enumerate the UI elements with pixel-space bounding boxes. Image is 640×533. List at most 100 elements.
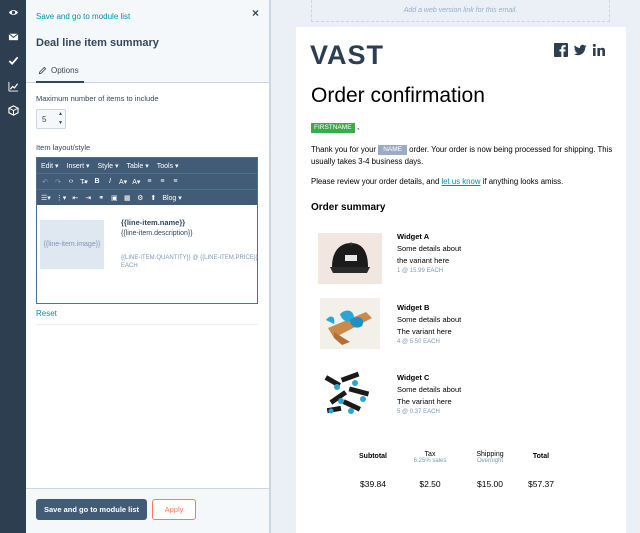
widget-b-name: Widget B bbox=[397, 303, 430, 312]
clear-format-icon[interactable]: T̶▾ bbox=[80, 178, 88, 186]
image-icon[interactable]: ▣ bbox=[110, 194, 118, 202]
upload-icon[interactable]: ⬆ bbox=[149, 194, 157, 202]
numbered-list-icon[interactable]: ⋮▾ bbox=[56, 194, 67, 202]
vast-logo: VAST bbox=[310, 42, 384, 67]
bullet-list-icon[interactable]: ☰▾ bbox=[41, 194, 51, 202]
web-version-placeholder[interactable]: Add a web version link for this email. bbox=[311, 0, 610, 22]
twitter-icon[interactable] bbox=[573, 43, 587, 57]
let-us-know-link[interactable]: let us know bbox=[441, 177, 480, 186]
shipping-value: $15.00 bbox=[477, 479, 503, 489]
stepper-up-icon[interactable]: ▲ bbox=[56, 110, 65, 119]
pencil-icon bbox=[38, 66, 47, 75]
menu-edit[interactable]: Edit ▾ bbox=[41, 162, 59, 170]
bold-icon[interactable]: B bbox=[93, 178, 101, 185]
tab-options-label: Options bbox=[51, 66, 79, 75]
review-paragraph: Please review your order details, and le… bbox=[311, 177, 564, 186]
panel-title: Deal line item summary bbox=[36, 37, 159, 49]
stepper-down-icon[interactable]: ▼ bbox=[56, 119, 65, 128]
widget-a-quantity: 1 @ 15.99 EACH bbox=[397, 268, 444, 274]
editor-content[interactable]: {{line-item.image}} {{line-item.name}} {… bbox=[37, 206, 258, 303]
logo-text: VAST bbox=[310, 42, 384, 67]
source-code-icon[interactable]: ‹› bbox=[67, 178, 75, 185]
email-preview: VAST Order confirmation FIRSTNAME , Than… bbox=[296, 27, 626, 533]
widget-b-details: Some details about bbox=[397, 315, 462, 324]
editor-menubar: Edit ▾ Insert ▾ Style ▾ Table ▾ Tools ▾ bbox=[37, 158, 257, 173]
check-icon[interactable] bbox=[0, 50, 26, 70]
align-right-icon[interactable]: ≡ bbox=[171, 178, 179, 185]
tab-options[interactable]: Options bbox=[36, 60, 84, 83]
undo-icon[interactable]: ↶ bbox=[41, 178, 49, 186]
eye-icon[interactable] bbox=[0, 2, 26, 22]
linkedin-icon[interactable] bbox=[592, 43, 606, 57]
order-summary-heading: Order summary bbox=[311, 202, 386, 213]
image-placeholder: {{line-item.image}} bbox=[40, 220, 104, 269]
menu-insert[interactable]: Insert ▾ bbox=[67, 162, 90, 170]
menu-style[interactable]: Style ▾ bbox=[98, 162, 119, 170]
divider bbox=[36, 324, 258, 325]
rich-text-editor: Edit ▾ Insert ▾ Style ▾ Table ▾ Tools ▾ … bbox=[36, 157, 258, 304]
total-header: Total bbox=[532, 453, 550, 460]
module-settings-panel: Save and go to module list × Deal line i… bbox=[26, 0, 269, 533]
italic-icon[interactable]: I bbox=[106, 178, 114, 185]
indent-icon[interactable]: ⇥ bbox=[84, 194, 92, 202]
max-items-input[interactable] bbox=[37, 110, 57, 128]
widget-b-variant: The variant here bbox=[397, 327, 452, 336]
widget-a-name: Widget A bbox=[397, 232, 430, 241]
widget-b-quantity: 4 @ 5.50 EACH bbox=[397, 339, 440, 345]
max-items-label: Maximum number of items to include bbox=[36, 94, 159, 103]
chart-icon[interactable] bbox=[0, 76, 26, 96]
line-item-name-token: {{line-item.name}} bbox=[121, 218, 186, 227]
subtotal-value: $39.84 bbox=[360, 479, 386, 489]
name-token[interactable]: NAME bbox=[378, 145, 407, 155]
widget-a-details: Some details about bbox=[397, 244, 462, 253]
save-and-go-button[interactable]: Save and go to module list bbox=[36, 499, 147, 520]
align-left-icon[interactable]: ≡ bbox=[145, 178, 153, 185]
widget-c-name: Widget C bbox=[397, 373, 430, 382]
reset-link[interactable]: Reset bbox=[36, 309, 57, 318]
mail-icon[interactable] bbox=[0, 26, 26, 46]
facebook-icon[interactable] bbox=[554, 43, 568, 57]
personalize-icon[interactable]: ⚙ bbox=[136, 194, 144, 202]
item-layout-label: Item layout/style bbox=[36, 143, 91, 152]
widget-c-variant: The variant here bbox=[397, 397, 452, 406]
editor-toolbar-row-2: ☰▾ ⋮▾ ⇤ ⇥ ⚭ ▣ ▦ ⚙ ⬆ Blog ▾ bbox=[37, 189, 257, 205]
box-icon[interactable] bbox=[0, 100, 26, 120]
widget-c-image bbox=[319, 369, 377, 420]
email-heading: Order confirmation bbox=[311, 84, 485, 107]
table-icon[interactable]: ▦ bbox=[123, 194, 131, 202]
max-items-stepper[interactable]: ▲ ▼ bbox=[36, 109, 66, 129]
widget-c-quantity: 5 @ 0.37 EACH bbox=[397, 409, 440, 415]
font-color-icon[interactable]: A▾ bbox=[119, 178, 127, 186]
widget-a-variant: the variant here bbox=[397, 256, 450, 265]
apply-button[interactable]: Apply bbox=[152, 499, 196, 520]
menu-table[interactable]: Table ▾ bbox=[127, 162, 149, 170]
outdent-icon[interactable]: ⇤ bbox=[71, 194, 79, 202]
firstname-token[interactable]: FIRSTNAME bbox=[311, 123, 355, 133]
link-icon[interactable]: ⚭ bbox=[97, 194, 105, 202]
panel-resize-handle[interactable] bbox=[269, 0, 271, 533]
highlight-color-icon[interactable]: A▾ bbox=[132, 178, 140, 186]
panel-header: Save and go to module list × Deal line i… bbox=[26, 0, 269, 83]
back-to-module-list-link[interactable]: Save and go to module list bbox=[36, 12, 130, 21]
tax-value: $2.50 bbox=[419, 479, 441, 489]
panel-footer: Save and go to module list Apply bbox=[26, 488, 269, 533]
subtotal-header: Subtotal bbox=[359, 453, 387, 460]
total-value: $57.37 bbox=[528, 479, 554, 489]
close-icon[interactable]: × bbox=[252, 7, 259, 19]
greeting-comma: , bbox=[357, 122, 360, 131]
blog-dropdown[interactable]: Blog ▾ bbox=[162, 194, 181, 202]
thank-you-paragraph: Thank you for your NAME order. Your orde… bbox=[311, 145, 613, 166]
align-center-icon[interactable]: ≡ bbox=[158, 178, 166, 185]
shipping-header: Shipping Overnight bbox=[476, 451, 504, 464]
line-item-quantity-token: {{LINE-ITEM.QUANTITY}} @ {{LINE-ITEM.PRI… bbox=[121, 255, 258, 269]
menu-tools[interactable]: Tools ▾ bbox=[157, 162, 179, 170]
redo-icon[interactable]: ↷ bbox=[54, 178, 62, 186]
line-item-description-token: {{line-item.description}} bbox=[121, 230, 193, 237]
tax-header: Tax 6.25% sales bbox=[413, 451, 447, 464]
editor-toolbar-row-1: ↶ ↷ ‹› T̶▾ B I A▾ A▾ ≡ ≡ ≡ bbox=[37, 173, 257, 189]
widget-a-image bbox=[318, 233, 382, 284]
widget-b-image bbox=[320, 298, 380, 349]
social-links bbox=[554, 43, 606, 57]
widget-c-details: Some details about bbox=[397, 385, 462, 394]
icon-rail bbox=[0, 0, 26, 533]
